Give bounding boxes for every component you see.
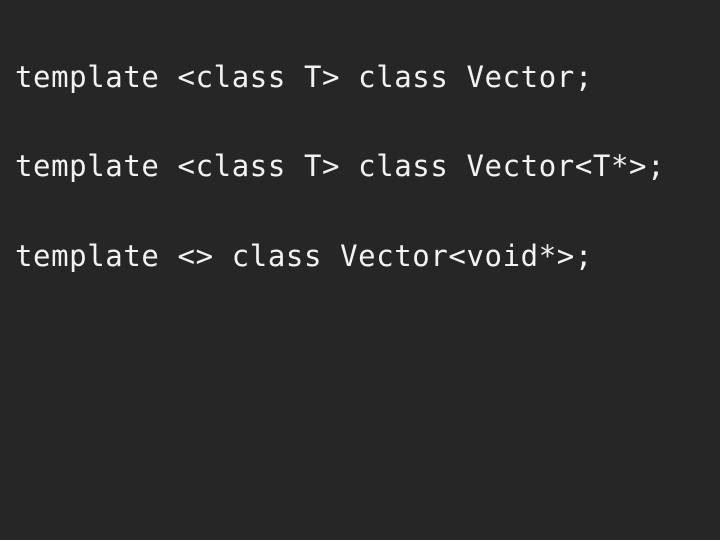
code-line-partial-specialization: template <class T> class Vector<T*>; (15, 149, 666, 183)
slide: template <class T> class Vector; templat… (0, 0, 720, 540)
code-line-primary-template: template <class T> class Vector; (15, 60, 593, 94)
code-line-full-specialization: template <> class Vector<void*>; (15, 239, 593, 273)
